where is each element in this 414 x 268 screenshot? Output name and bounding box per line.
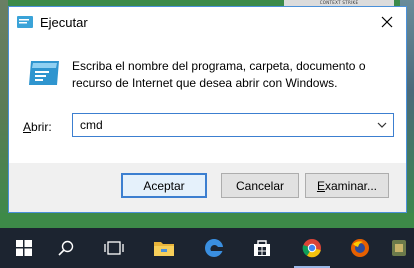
- close-icon: [381, 16, 393, 28]
- dialog-content: Escriba el nombre del programa, carpeta,…: [9, 37, 406, 163]
- title-bar[interactable]: Ejecutar: [9, 7, 406, 37]
- run-dialog: Ejecutar Escriba el nombre del programa,…: [8, 6, 407, 213]
- task-view-icon: [104, 241, 124, 255]
- taskbar-store[interactable]: [238, 228, 286, 268]
- taskbar-app[interactable]: [384, 228, 414, 268]
- run-program-icon: [29, 61, 59, 85]
- search-button[interactable]: [42, 228, 90, 268]
- file-explorer-icon: [154, 242, 174, 256]
- close-button[interactable]: [368, 7, 406, 37]
- start-button[interactable]: [0, 228, 48, 268]
- desktop-background-bottom: [0, 213, 414, 228]
- task-view-button[interactable]: [90, 228, 138, 268]
- taskbar: [0, 228, 414, 268]
- cancel-button[interactable]: Cancelar: [221, 173, 299, 198]
- taskbar-chrome[interactable]: [288, 228, 336, 268]
- chrome-icon: [302, 239, 321, 258]
- dialog-title: Ejecutar: [40, 15, 88, 30]
- edge-icon: [205, 238, 223, 257]
- taskbar-firefox[interactable]: [336, 228, 384, 268]
- run-icon: [17, 16, 33, 28]
- taskbar-edge[interactable]: [190, 228, 238, 268]
- open-label-hotkey: A: [23, 120, 32, 134]
- browse-label: xaminar...: [324, 178, 378, 193]
- open-combobox[interactable]: cmd: [72, 113, 394, 137]
- chevron-down-icon[interactable]: [377, 121, 387, 129]
- desktop-background-left: [0, 0, 8, 228]
- browse-button[interactable]: Examinar...: [305, 173, 389, 198]
- accept-button[interactable]: Aceptar: [121, 173, 207, 198]
- description-line-1: Escriba el nombre del programa, carpeta,…: [72, 59, 366, 73]
- open-label: Abrir:: [23, 120, 52, 134]
- open-input[interactable]: cmd: [80, 118, 103, 132]
- start-icon: [16, 240, 32, 256]
- open-label-text: brir:: [31, 120, 52, 134]
- description-line-2: recurso de Internet que desea abrir con …: [72, 76, 338, 90]
- taskbar-file-explorer[interactable]: [140, 228, 188, 268]
- app-icon: [392, 240, 406, 256]
- firefox-icon: [351, 239, 369, 257]
- store-icon: [254, 240, 270, 256]
- search-icon: [58, 240, 74, 256]
- browse-hotkey: E: [316, 178, 325, 193]
- dialog-description: Escriba el nombre del programa, carpeta,…: [72, 58, 392, 92]
